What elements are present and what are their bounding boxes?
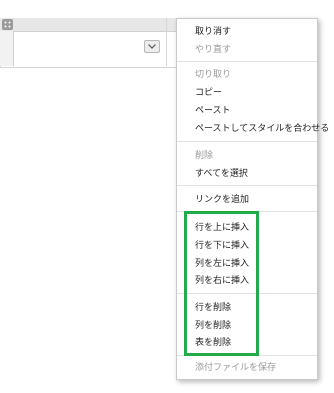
cell-dropdown-button[interactable] — [144, 40, 160, 53]
menu-item-cut[interactable]: 切り取り — [195, 69, 231, 81]
table-cell[interactable] — [18, 37, 163, 61]
menu-item-add-link[interactable]: リンクを追加 — [195, 194, 249, 206]
menu-item-delete-column[interactable]: 列を削除 — [195, 320, 231, 332]
menu-item-insert-row-below[interactable]: 行を下に挿入 — [195, 240, 249, 252]
table-column-divider — [166, 18, 167, 66]
menu-separator — [177, 293, 317, 294]
menu-item-paste[interactable]: ペースト — [195, 105, 231, 117]
menu-item-delete[interactable]: 削除 — [195, 150, 213, 162]
menu-item-insert-row-above[interactable]: 行を上に挿入 — [195, 222, 249, 234]
table-column-header — [0, 18, 180, 32]
table-row-header — [0, 31, 14, 66]
menu-separator — [177, 141, 317, 142]
menu-separator — [177, 185, 317, 186]
menu-separator — [177, 61, 317, 62]
menu-item-paste-match-style[interactable]: ペーストしてスタイルを合わせる — [195, 123, 329, 135]
menu-item-insert-column-right[interactable]: 列を右に挿入 — [195, 275, 249, 287]
context-menu: 取り消す やり直す 切り取り コピー ペースト ペーストしてスタイルを合わせる … — [176, 18, 329, 380]
menu-separator — [177, 355, 317, 356]
menu-item-undo[interactable]: 取り消す — [195, 26, 231, 38]
menu-item-select-all[interactable]: すべてを選択 — [195, 168, 248, 180]
menu-item-delete-row[interactable]: 行を削除 — [195, 302, 231, 314]
menu-item-delete-table[interactable]: 表を削除 — [195, 337, 231, 349]
menu-item-copy[interactable]: コピー — [195, 87, 222, 99]
menu-item-insert-column-left[interactable]: 列を左に挿入 — [195, 258, 249, 270]
menu-separator — [177, 211, 317, 212]
menu-item-redo[interactable]: やり直す — [195, 44, 231, 56]
grip-icon[interactable] — [2, 19, 13, 30]
menu-item-save-attachment[interactable]: 添付ファイルを保存 — [195, 362, 276, 374]
chevron-down-icon — [148, 44, 156, 49]
